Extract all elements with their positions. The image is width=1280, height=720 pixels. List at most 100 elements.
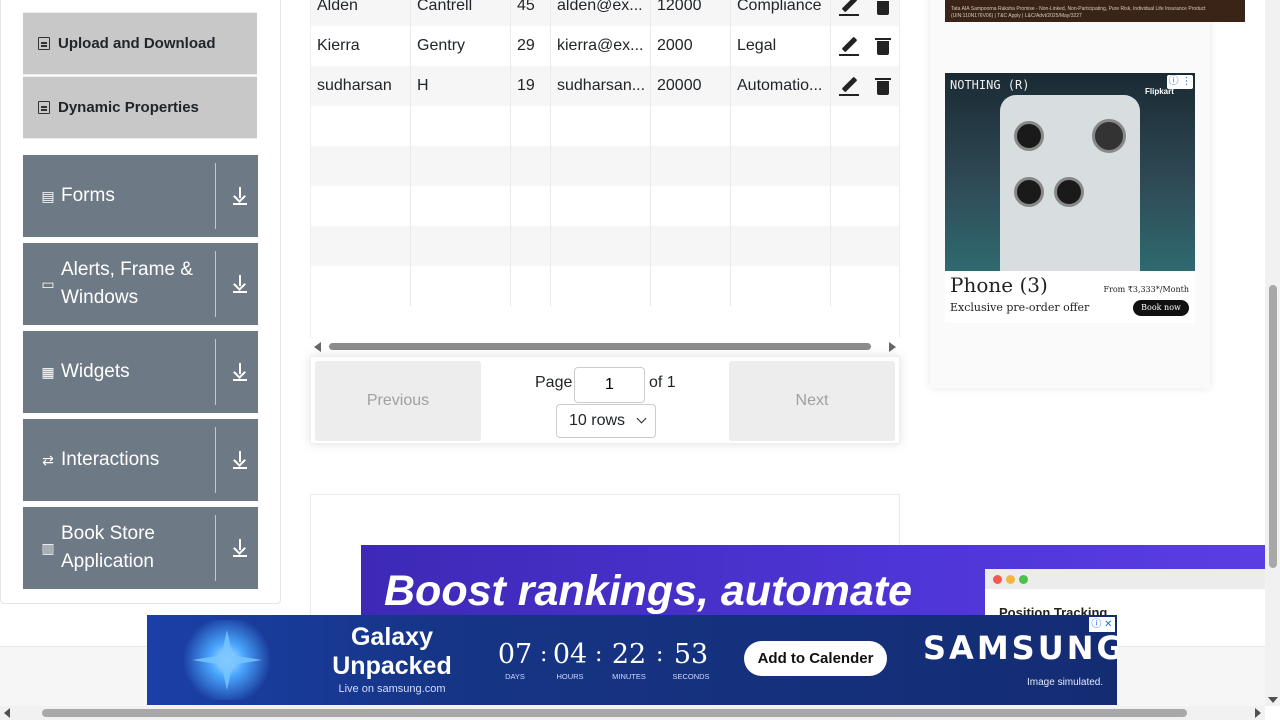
ad-title-line: Unpacked xyxy=(332,652,452,680)
menu-item-label: Dynamic Properties xyxy=(58,99,199,116)
divider xyxy=(215,251,216,317)
menu-item-upload-and-download[interactable]: Upload and Download xyxy=(23,12,257,75)
ad-price: From ₹3,333*/Month xyxy=(1103,285,1189,294)
ad-headline: Boost rankings, automate xyxy=(384,567,913,615)
table-row: sudharsan H 19 sudharsan... 20000 Automa… xyxy=(311,66,899,106)
camera-lens-icon xyxy=(1092,119,1126,153)
ad-offer: Exclusive pre-order offer xyxy=(950,301,1090,314)
countdown-label: DAYS xyxy=(505,672,525,681)
table-horizontal-scrollbar[interactable] xyxy=(310,338,900,355)
group-label: Forms xyxy=(61,185,115,206)
ad-title-line: Galaxy xyxy=(350,623,433,651)
menu-item-label: Upload and Download xyxy=(58,35,216,52)
total-pages-label: of 1 xyxy=(649,374,676,391)
group-label: Alerts, Frame & Windows xyxy=(61,259,193,308)
cell-action xyxy=(831,66,899,106)
group-label: Book Store Application xyxy=(61,523,155,572)
scrollbar-thumb[interactable] xyxy=(329,343,871,350)
cell-salary: 2000 xyxy=(651,26,731,66)
cell-last-name: Gentry xyxy=(411,26,511,66)
page-number-input[interactable] xyxy=(574,367,645,403)
divider xyxy=(215,163,216,229)
seo-ad-banner[interactable]: Boost rankings, automate Position Tracki… xyxy=(361,545,1265,620)
cell-age: 45 xyxy=(511,0,551,26)
countdown-value: 53 xyxy=(673,639,709,670)
empty-row xyxy=(311,146,899,186)
group-book-store-application[interactable]: ▥ Book Store Application xyxy=(23,507,258,589)
insurance-ad-banner[interactable]: Tata AIA Sampoorna Raksha Promise - Non-… xyxy=(945,0,1245,22)
empty-row xyxy=(311,226,899,266)
group-label: Widgets xyxy=(61,361,130,382)
list-icon xyxy=(38,101,50,114)
cell-salary: 20000 xyxy=(651,66,731,106)
ad-brand: NOTHING (R) xyxy=(950,78,1030,92)
camera-lens-icon xyxy=(1014,177,1044,207)
book-now-button[interactable]: Book now xyxy=(1133,300,1189,316)
ad-choices-icon[interactable]: ⓘ ✕ xyxy=(1089,617,1115,632)
edit-icon[interactable] xyxy=(839,76,859,96)
samsung-logo: SAMSUNG xyxy=(923,629,1117,667)
pagination-bar: Previous Page of 1 10 rows Next xyxy=(310,356,900,444)
countdown-value: 22 xyxy=(611,639,647,670)
window-icon: ▭ xyxy=(41,275,55,292)
rows-per-page-select[interactable]: 10 rows xyxy=(556,404,656,438)
samsung-ad-banner[interactable]: Galaxy Unpacked Live on samsung.com 07 D… xyxy=(147,615,1117,705)
download-arrow-icon[interactable] xyxy=(232,451,248,469)
nothing-phone-ad[interactable]: NOTHING (R) Flipkart ⓘ ⋮ Phone (3) From … xyxy=(945,73,1195,323)
scroll-right-icon[interactable] xyxy=(1255,708,1261,718)
cell-last-name: H xyxy=(411,66,511,106)
web-table: Alden Cantrell 45 alden@ex... 12000 Comp… xyxy=(310,0,900,340)
delete-icon[interactable] xyxy=(875,77,891,95)
delete-icon[interactable] xyxy=(875,37,891,55)
cell-department: Legal xyxy=(731,26,831,66)
group-forms[interactable]: ▤ Forms xyxy=(23,155,258,237)
swap-icon: ⇄ xyxy=(42,451,54,468)
edit-icon[interactable] xyxy=(839,0,859,16)
add-to-calendar-button[interactable]: Add to Calender xyxy=(744,641,887,676)
page-horizontal-scrollbar[interactable] xyxy=(0,706,1265,720)
delete-icon[interactable] xyxy=(875,0,891,15)
empty-row xyxy=(311,186,899,226)
group-widgets[interactable]: ▦ Widgets xyxy=(23,331,258,413)
download-arrow-icon[interactable] xyxy=(232,363,248,381)
download-arrow-icon[interactable] xyxy=(232,275,248,293)
ad-subtitle: Live on samsung.com xyxy=(338,683,446,695)
divider xyxy=(215,427,216,493)
download-arrow-icon[interactable] xyxy=(232,187,248,205)
ad-choices-icon[interactable]: ⓘ ⋮ xyxy=(1167,75,1193,89)
table-row: Alden Cantrell 45 alden@ex... 12000 Comp… xyxy=(311,0,899,26)
scroll-down-icon[interactable] xyxy=(1268,697,1278,703)
download-arrow-icon[interactable] xyxy=(232,539,248,557)
next-button[interactable]: Next xyxy=(729,361,895,441)
countdown-days: 07 DAYS xyxy=(485,639,545,681)
rows-select-value: 10 rows xyxy=(569,412,626,429)
page-label: Page xyxy=(535,374,573,391)
camera-lens-icon xyxy=(1054,177,1084,207)
group-interactions[interactable]: ⇄ Interactions xyxy=(23,419,258,501)
previous-button[interactable]: Previous xyxy=(315,361,481,441)
countdown-label: HOURS xyxy=(556,672,584,681)
ad-screenshot: Position Tracking xyxy=(985,569,1265,620)
cell-first-name: Alden xyxy=(311,0,411,26)
cell-department: Compliance xyxy=(731,0,831,26)
menu-item-dynamic-properties[interactable]: Dynamic Properties xyxy=(23,76,257,139)
scrollbar-thumb[interactable] xyxy=(1269,285,1277,568)
scrollbar-thumb[interactable] xyxy=(42,709,1187,717)
cell-action xyxy=(831,26,899,66)
books-icon: ▥ xyxy=(41,539,55,556)
countdown-value: 07 xyxy=(497,639,533,670)
edit-icon[interactable] xyxy=(839,36,859,56)
page-vertical-scrollbar[interactable] xyxy=(1265,0,1280,706)
phone-illustration xyxy=(1000,95,1140,271)
group-alerts-frame-windows[interactable]: ▭ Alerts, Frame & Windows xyxy=(23,243,258,325)
scroll-left-icon[interactable] xyxy=(4,708,10,718)
cell-email: sudharsan... xyxy=(551,66,651,106)
cell-first-name: Kierra xyxy=(311,26,411,66)
cell-salary: 12000 xyxy=(651,0,731,26)
scroll-left-icon[interactable] xyxy=(314,342,321,352)
widgets-icon: ▦ xyxy=(41,363,55,380)
document-icon: ▤ xyxy=(41,187,55,204)
countdown-label: MINUTES xyxy=(612,672,646,681)
scroll-right-icon[interactable] xyxy=(889,342,896,352)
ad-title: Galaxy Unpacked xyxy=(327,623,457,681)
